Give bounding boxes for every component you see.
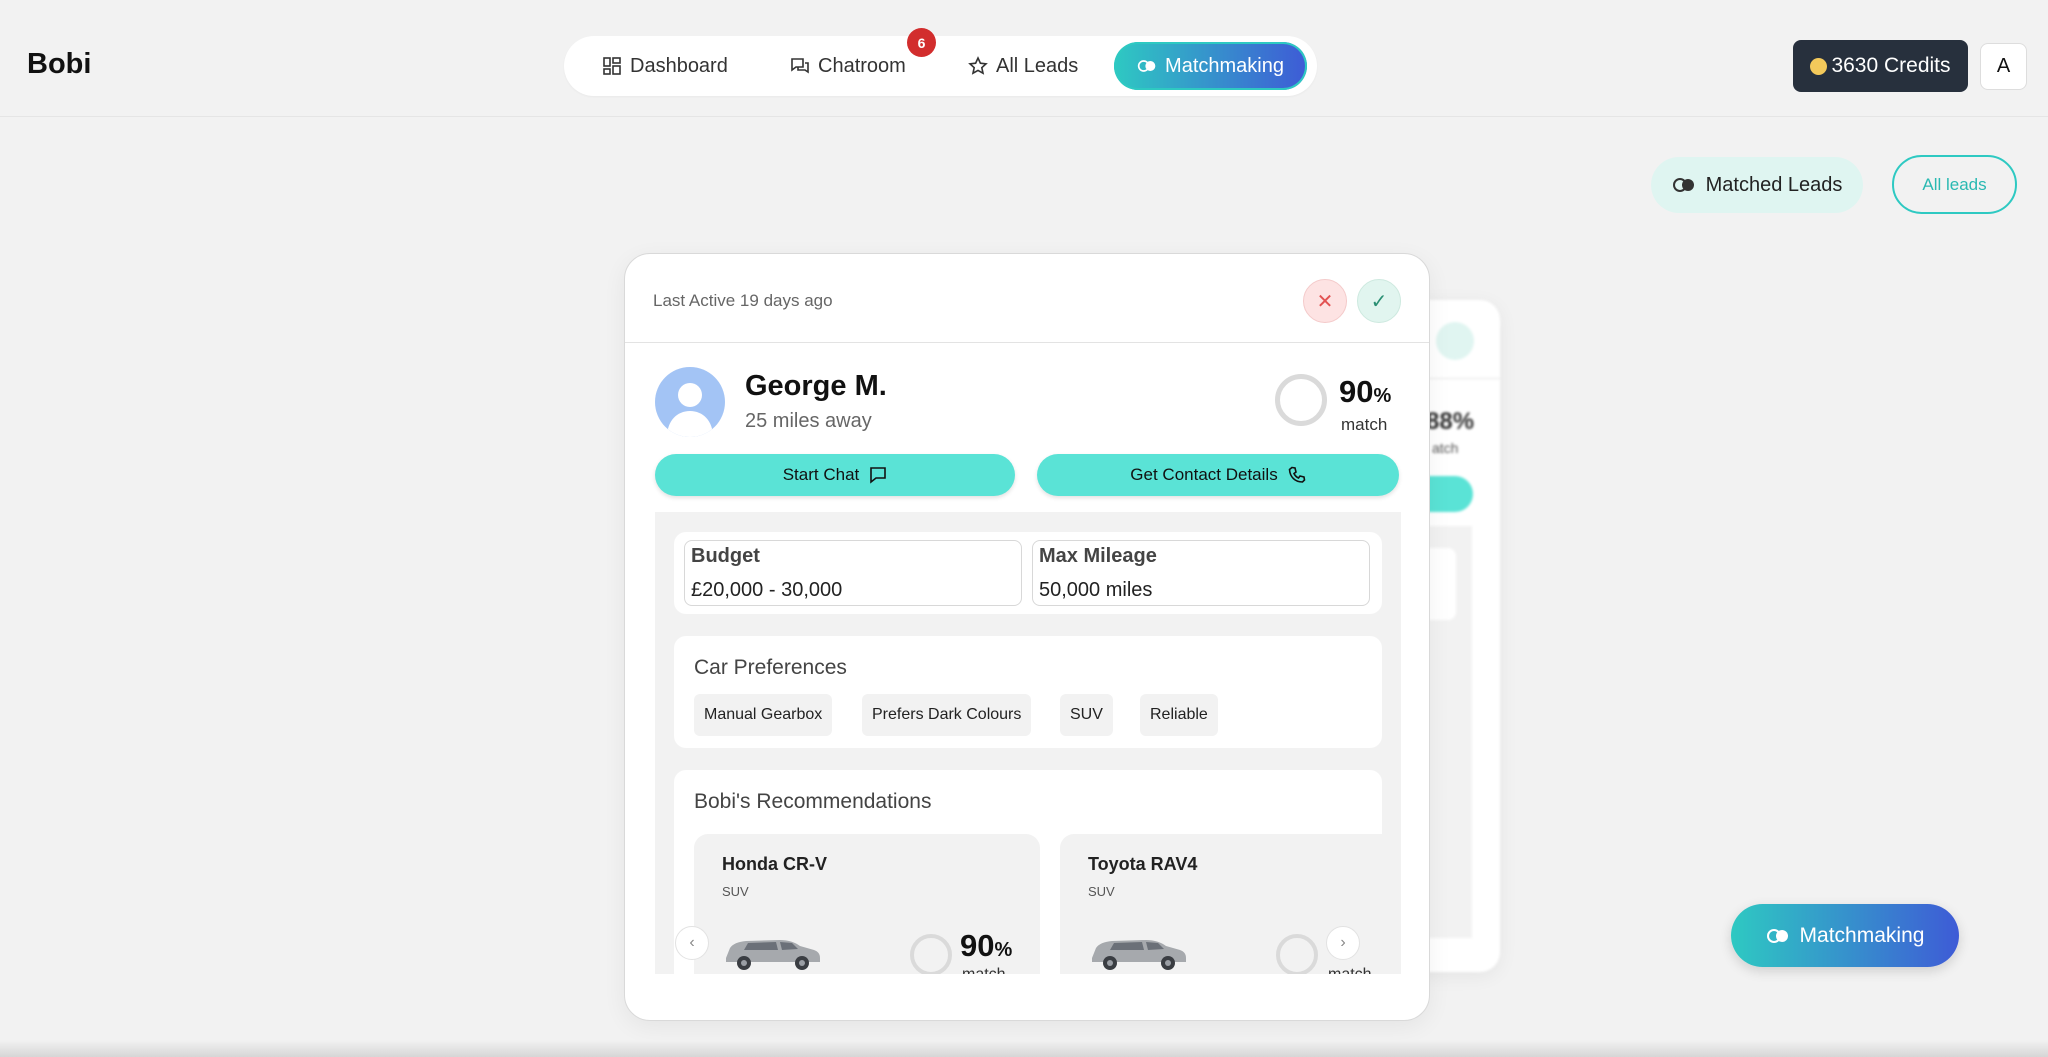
credits-button[interactable]: 3630 Credits [1793, 40, 1968, 92]
rec-match-label: match [1328, 966, 1372, 974]
lead-details-panel: Budget £20,000 - 30,000 Max Mileage 50,0… [655, 512, 1401, 974]
accept-button[interactable]: ✓ [1357, 279, 1401, 323]
rec-match-ring [910, 934, 952, 974]
match-icon [1137, 60, 1156, 72]
chevron-right-icon: › [1340, 934, 1346, 951]
next-match-percent: 88% [1426, 408, 1475, 435]
budget-label: Budget [691, 545, 760, 567]
match-percent-unit: % [1373, 385, 1392, 407]
nav-matchmaking[interactable]: Matchmaking [1114, 42, 1307, 90]
chat-icon [791, 58, 809, 74]
lead-name: George M. [745, 370, 887, 402]
message-icon [870, 467, 887, 484]
rec-car-type: SUV [1088, 884, 1115, 899]
credits-label: 3630 Credits [1831, 54, 1951, 77]
get-contact-details-button[interactable]: Get Contact Details [1037, 454, 1399, 496]
preference-tag: SUV [1060, 694, 1113, 736]
max-mileage-label: Max Mileage [1039, 545, 1157, 567]
nav-matchmaking-label: Matchmaking [1165, 54, 1284, 77]
matched-leads-label: Matched Leads [1705, 173, 1843, 196]
start-chat-label: Start Chat [782, 465, 860, 484]
preference-tag: Reliable [1140, 694, 1218, 736]
bottom-edge [0, 1040, 2048, 1057]
brand-logo[interactable]: Bobi [27, 48, 91, 81]
account-avatar-button[interactable]: A [1980, 43, 2027, 90]
dashboard-icon [603, 57, 621, 75]
last-active-text: Last Active 19 days ago [653, 291, 833, 310]
car-image [726, 940, 820, 970]
preference-tag: Prefers Dark Colours [862, 694, 1032, 736]
star-icon [968, 56, 988, 75]
nav-dashboard[interactable]: Dashboard [602, 42, 728, 90]
chatroom-unread-badge: 6 [907, 28, 936, 57]
check-icon: ✓ [1370, 290, 1388, 313]
chevron-left-icon: ‹ [689, 934, 695, 951]
car-preferences-box: Car Preferences Manual Gearbox Prefers D… [674, 636, 1382, 748]
budget-field: Budget £20,000 - 30,000 [684, 540, 1022, 606]
nav-chatroom-label: Chatroom [818, 54, 906, 77]
matchmaking-fab[interactable]: Matchmaking [1731, 904, 1959, 967]
user-icon [667, 383, 713, 437]
phone-icon [1288, 466, 1306, 483]
main-nav: Dashboard Chatroom All Leads Matchmaking [564, 36, 1317, 96]
match-percent: 90% [1339, 374, 1391, 410]
reject-button[interactable]: ✕ [1303, 279, 1347, 323]
avatar [655, 367, 725, 437]
max-mileage-value: 50,000 miles [1039, 579, 1153, 601]
carousel-next-button[interactable]: › [1326, 926, 1360, 960]
matchmaking-fab-label: Matchmaking [1799, 923, 1925, 947]
car-preferences-title: Car Preferences [694, 656, 847, 679]
rec-match-percent-unit: % [994, 939, 1013, 961]
rec-car-name: Toyota RAV4 [1088, 854, 1198, 874]
match-label: match [1341, 415, 1388, 434]
budget-value: £20,000 - 30,000 [691, 579, 843, 601]
nav-all-leads-label: All Leads [996, 54, 1079, 77]
rec-match-percent: 90% [960, 928, 1012, 964]
nav-chatroom[interactable]: Chatroom [790, 42, 906, 90]
rec-match-label: match [962, 966, 1006, 974]
recommendations-title: Bobi's Recommendations [694, 790, 932, 813]
preference-tag: Manual Gearbox [694, 694, 833, 736]
get-contact-label: Get Contact Details [1130, 465, 1278, 484]
match-icon [1672, 178, 1694, 192]
carousel-prev-button[interactable]: ‹ [675, 926, 709, 960]
coin-icon [1810, 57, 1828, 75]
lead-distance: 25 miles away [745, 410, 872, 432]
rec-match-ring [1276, 934, 1318, 974]
card-divider [625, 342, 1429, 343]
car-image [1092, 940, 1186, 970]
match-percent-value: 90 [1339, 374, 1374, 409]
match-ring [1275, 374, 1327, 426]
budget-mileage-box: Budget £20,000 - 30,000 Max Mileage 50,0… [674, 532, 1382, 614]
rec-match-percent-value: 90 [960, 928, 995, 963]
max-mileage-field: Max Mileage 50,000 miles [1032, 540, 1370, 606]
recommendations-box: Bobi's Recommendations Honda CR-V SUV 90… [674, 770, 1382, 974]
next-accept-button [1436, 322, 1474, 360]
top-bar: Bobi Dashboard Chatroom All Leads Matchm… [0, 0, 2048, 117]
close-icon: ✕ [1316, 290, 1334, 313]
nav-dashboard-label: Dashboard [630, 54, 728, 77]
matched-leads-toggle[interactable]: Matched Leads [1651, 157, 1863, 213]
match-icon [1766, 928, 1788, 943]
rec-car-type: SUV [722, 884, 749, 899]
start-chat-button[interactable]: Start Chat [655, 454, 1015, 496]
rec-car-name: Honda CR-V [722, 854, 827, 874]
lead-card: Last Active 19 days ago ✕ ✓ George M. 25… [624, 253, 1430, 1021]
next-match-label: atch [1432, 440, 1459, 456]
nav-all-leads[interactable]: All Leads [968, 42, 1078, 90]
recommendation-card[interactable]: Honda CR-V SUV 90% match [694, 834, 1040, 974]
all-leads-toggle[interactable]: All leads [1892, 155, 2017, 214]
